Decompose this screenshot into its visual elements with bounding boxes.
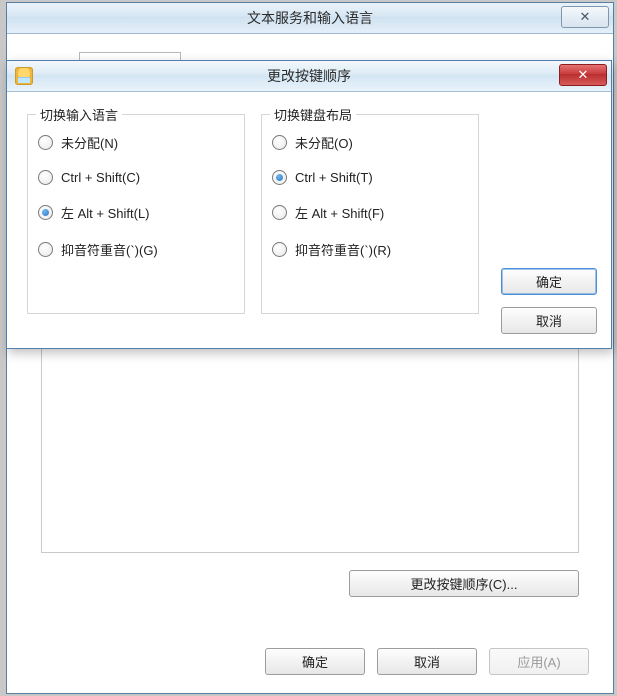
- modal-close-button[interactable]: ✕: [559, 64, 607, 86]
- radio-input-grave-accent[interactable]: 抑音符重音(`)(G): [38, 240, 244, 259]
- radio-input-unassigned[interactable]: 未分配(N): [38, 133, 244, 152]
- radio-label: 未分配(N): [61, 133, 118, 152]
- group-switch-input-language: 切换输入语言 未分配(N) Ctrl + Shift(C) 左 Alt + Sh…: [27, 114, 245, 314]
- radio-icon: [38, 135, 53, 150]
- radio-icon: [272, 170, 287, 185]
- parent-titlebar: 文本服务和输入语言 ✕: [7, 3, 613, 34]
- change-key-sequence-dialog: 更改按键顺序 ✕ 切换输入语言 未分配(N) Ctrl + Shift(C) 左…: [6, 60, 612, 349]
- radio-label: Ctrl + Shift(C): [61, 170, 140, 185]
- group-switch-keyboard-layout: 切换键盘布局 未分配(O) Ctrl + Shift(T) 左 Alt + Sh…: [261, 114, 479, 314]
- modal-cancel-button[interactable]: 取消: [501, 307, 597, 334]
- parent-cancel-label: 取消: [414, 652, 440, 671]
- change-key-sequence-label: 更改按键顺序(C)...: [411, 574, 518, 593]
- parent-ok-button[interactable]: 确定: [265, 648, 365, 675]
- parent-apply-button: 应用(A): [489, 648, 589, 675]
- radio-icon: [38, 205, 53, 220]
- radio-icon: [38, 242, 53, 257]
- modal-client: 切换输入语言 未分配(N) Ctrl + Shift(C) 左 Alt + Sh…: [7, 92, 611, 348]
- radio-layout-grave-accent[interactable]: 抑音符重音(`)(R): [272, 240, 478, 259]
- modal-buttons: 确定 取消: [501, 268, 597, 334]
- radio-input-ctrl-shift[interactable]: Ctrl + Shift(C): [38, 170, 244, 185]
- modal-cancel-label: 取消: [536, 311, 562, 330]
- parent-close-button[interactable]: ✕: [561, 6, 609, 28]
- radio-layout-ctrl-shift[interactable]: Ctrl + Shift(T): [272, 170, 478, 185]
- group-switch-input-language-title: 切换输入语言: [36, 105, 122, 124]
- radio-layout-unassigned[interactable]: 未分配(O): [272, 133, 478, 152]
- radio-layout-left-alt-shift[interactable]: 左 Alt + Shift(F): [272, 203, 478, 222]
- radio-icon: [38, 170, 53, 185]
- parent-ok-label: 确定: [302, 652, 328, 671]
- parent-title: 文本服务和输入语言: [247, 8, 373, 28]
- parent-cancel-button[interactable]: 取消: [377, 648, 477, 675]
- close-icon: ✕: [578, 67, 589, 83]
- modal-title: 更改按键顺序: [267, 66, 351, 86]
- modal-titlebar: 更改按键顺序 ✕: [7, 61, 611, 92]
- radio-label: 抑音符重音(`)(R): [295, 240, 391, 259]
- dialog-icon: [15, 67, 33, 85]
- close-icon: ✕: [580, 9, 591, 25]
- radio-icon: [272, 205, 287, 220]
- change-key-sequence-button[interactable]: 更改按键顺序(C)...: [349, 570, 579, 597]
- radio-icon: [272, 242, 287, 257]
- radio-icon: [272, 135, 287, 150]
- radio-input-left-alt-shift[interactable]: 左 Alt + Shift(L): [38, 203, 244, 222]
- modal-ok-label: 确定: [536, 272, 562, 291]
- radio-label: 未分配(O): [295, 133, 353, 152]
- parent-bottom-buttons: 确定 取消 应用(A): [265, 648, 589, 675]
- parent-apply-label: 应用(A): [517, 652, 560, 671]
- modal-ok-button[interactable]: 确定: [501, 268, 597, 295]
- radio-label: 左 Alt + Shift(F): [295, 203, 384, 222]
- radio-label: Ctrl + Shift(T): [295, 170, 373, 185]
- radio-label: 左 Alt + Shift(L): [61, 203, 150, 222]
- group-switch-keyboard-layout-title: 切换键盘布局: [270, 105, 356, 124]
- radio-label: 抑音符重音(`)(G): [61, 240, 158, 259]
